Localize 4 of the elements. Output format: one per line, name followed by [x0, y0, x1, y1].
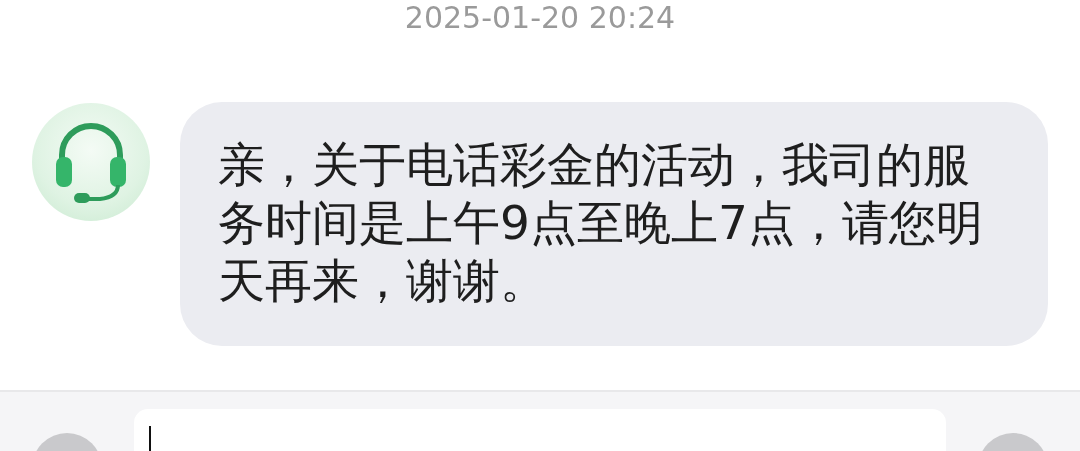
- message-bubble: 亲，关于电话彩金的活动，我司的服务时间是上午9点至晚上7点，请您明天再来，谢谢。: [180, 102, 1048, 346]
- message-timestamp: 2025-01-20 20:24: [404, 0, 676, 36]
- text-cursor: [149, 426, 151, 451]
- message-input[interactable]: [134, 409, 946, 451]
